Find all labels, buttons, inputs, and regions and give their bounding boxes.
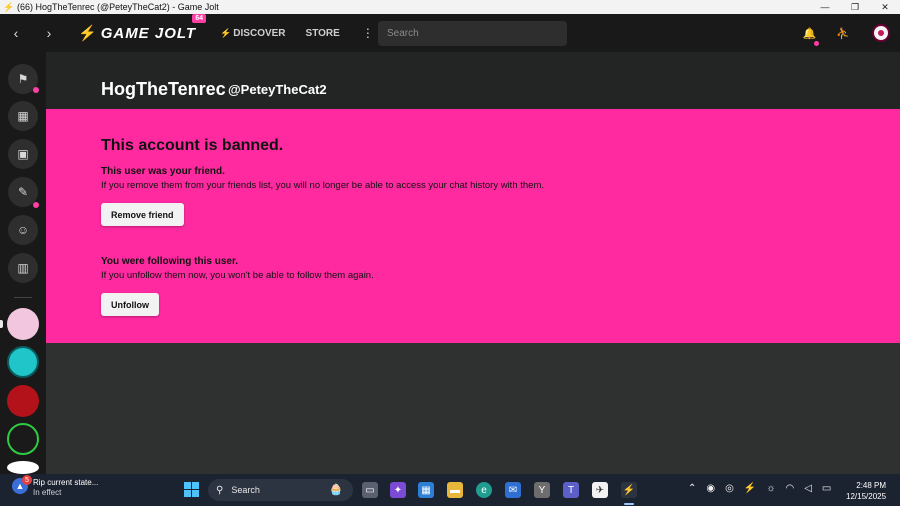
clock-time: 2:48 PM	[856, 481, 887, 490]
weather-widget[interactable]: ▲ 5 Rip current state... In effect	[12, 475, 98, 498]
community-avatar-5[interactable]	[7, 461, 39, 474]
ms-store-icon[interactable]: ▦	[418, 482, 434, 498]
task-view-icon[interactable]: ▭	[362, 482, 378, 498]
window-titlebar: ⚡ (66) HogTheTenrec (@PeteyTheCat2) - Ga…	[0, 0, 900, 14]
start-button[interactable]	[184, 482, 199, 497]
library-icon[interactable]: ▥	[8, 253, 38, 283]
community-avatar-1[interactable]	[7, 308, 39, 340]
app-y-icon[interactable]: Y	[534, 482, 550, 498]
banned-heading: This account is banned.	[101, 137, 284, 154]
taskbar-search[interactable]: ⚲ Search 🧁	[208, 479, 353, 501]
gamejolt-tray-icon[interactable]: ⚡	[744, 483, 756, 494]
active-app-indicator	[624, 503, 634, 505]
taskbar-search-label: Search	[231, 485, 260, 495]
more-menu-icon[interactable]: ⋮	[362, 26, 374, 40]
system-tray: ⌃ ◉ ◎ ⚡ ☼ ◠ ◁ ▭	[688, 483, 841, 494]
follow-text: If you unfollow them now, you won't be a…	[101, 270, 374, 281]
friends-icon[interactable]: ⛹	[836, 27, 850, 40]
battery-icon[interactable]: ▭	[822, 483, 831, 494]
edge-icon[interactable]: e	[476, 482, 492, 498]
profile-header: HogTheTenrec @PeteyTheCat2	[46, 52, 900, 109]
copilot-icon[interactable]: ✦	[390, 482, 406, 498]
follow-title: You were following this user.	[101, 256, 239, 267]
store-link[interactable]: STORE	[306, 28, 340, 39]
left-sidebar: ⚑ ▦ ▣ ✎ ☺ ▥	[0, 52, 46, 474]
friend-title: This user was your friend.	[101, 166, 225, 177]
volume-icon[interactable]: ◁	[804, 483, 812, 494]
tray-chevron-icon[interactable]: ⌃	[688, 483, 696, 494]
weather-title: Rip current state...	[33, 478, 99, 487]
steam-icon[interactable]: ◎	[725, 483, 734, 494]
discover-icon: ⚡	[220, 27, 232, 38]
top-nav: ‹ › ⚡ GAME JOLT 64 ⚡ DISCOVER STORE ⋮ 🔔 …	[0, 14, 900, 52]
window-title: (66) HogTheTenrec (@PeteyTheCat2) - Game…	[17, 2, 219, 12]
username-handle[interactable]: @PeteyTheCat2	[228, 82, 327, 97]
banned-notice: This account is banned. This user was yo…	[46, 109, 900, 343]
main-content: HogTheTenrec @PeteyTheCat2 This account …	[46, 52, 900, 474]
forward-button[interactable]: ›	[40, 25, 58, 41]
mail-icon[interactable]: ✉	[505, 482, 521, 498]
tray-app-icon[interactable]: ☼	[766, 483, 775, 494]
taskbar-clock[interactable]: 2:48 PM 12/15/2025	[846, 480, 886, 502]
notifications-bell-icon[interactable]: 🔔	[803, 27, 820, 46]
display-name: HogTheTenrec	[101, 79, 226, 99]
store-label: STORE	[305, 27, 340, 39]
user-avatar[interactable]	[872, 24, 890, 42]
weather-sub: In effect	[33, 488, 62, 497]
teams-icon[interactable]: T	[563, 482, 579, 498]
discover-link[interactable]: ⚡ DISCOVER	[220, 28, 285, 39]
top-right-actions: 🔔 ⛹	[803, 24, 890, 46]
community-indicator	[0, 320, 3, 328]
quests-dot	[33, 202, 39, 208]
search-icon: ⚲	[216, 484, 224, 496]
search-input[interactable]	[378, 21, 567, 46]
store-icon[interactable]: ▦	[8, 101, 38, 131]
clock-date: 12/15/2025	[846, 492, 887, 501]
close-button[interactable]: ✕	[870, 0, 900, 14]
logo-badge: 64	[192, 14, 207, 23]
wifi-icon[interactable]: ◠	[785, 483, 794, 494]
minimize-button[interactable]: —	[810, 0, 840, 14]
unfollow-button[interactable]: Unfollow	[101, 293, 159, 316]
community-avatar-3[interactable]	[7, 385, 39, 417]
gamejolt-logo[interactable]: ⚡ GAME JOLT 64	[78, 14, 207, 42]
gamejolt-taskbar-icon[interactable]: ⚡	[621, 482, 637, 498]
community-avatar-2[interactable]	[7, 346, 39, 378]
restore-button[interactable]: ❐	[840, 0, 870, 14]
discord-icon[interactable]: ◉	[706, 483, 715, 494]
sidebar-divider	[14, 297, 32, 298]
app-icon: ⚡	[3, 1, 15, 12]
backpack-icon[interactable]: ▣	[8, 139, 38, 169]
search-highlight-icon: 🧁	[329, 484, 343, 496]
notification-dot	[814, 40, 820, 46]
activity-dot	[33, 87, 39, 93]
taskbar: ▲ 5 Rip current state... In effect ⚲ Sear…	[0, 474, 900, 506]
bolt-icon: ⚡	[78, 25, 98, 42]
weather-text: Rip current state... In effect	[33, 478, 98, 498]
window-controls: — ❐ ✕	[810, 0, 900, 14]
chat-icon[interactable]: ☺	[8, 215, 38, 245]
community-avatar-4[interactable]	[7, 423, 39, 455]
app-icon-2[interactable]: ✈	[592, 482, 608, 498]
logo-text: GAME JOLT	[100, 24, 197, 42]
discover-label: DISCOVER	[233, 27, 286, 39]
back-button[interactable]: ‹	[7, 25, 25, 41]
file-explorer-icon[interactable]: ▬	[447, 482, 463, 498]
friend-text: If you remove them from your friends lis…	[101, 180, 544, 191]
weather-badge: 5	[22, 475, 32, 485]
weather-alert-icon: ▲ 5	[12, 475, 32, 494]
remove-friend-button[interactable]: Remove friend	[101, 203, 184, 226]
